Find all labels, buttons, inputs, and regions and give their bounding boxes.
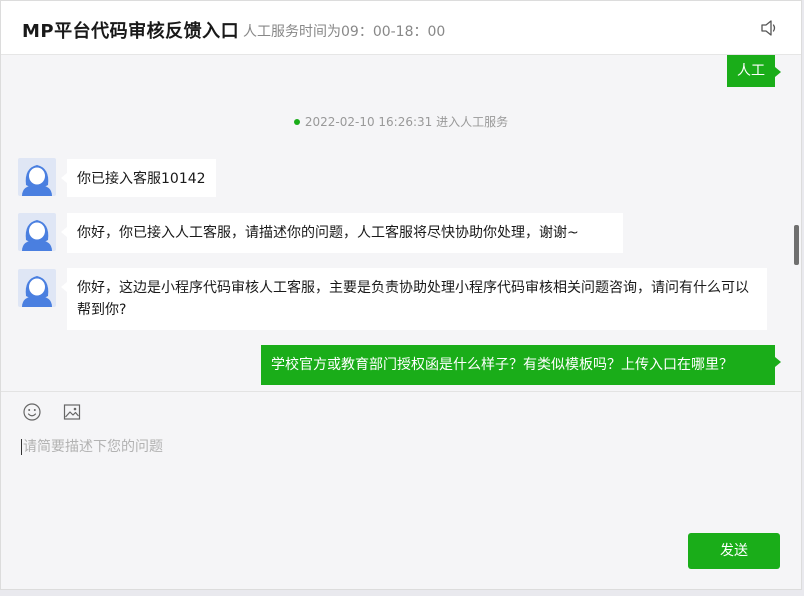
agent-message: 你已接入客服10142 xyxy=(61,159,216,197)
message-text: 你好，你已接入人工客服，请描述你的问题，人工客服将尽快协助你处理，谢谢~ xyxy=(77,225,579,241)
input-placeholder: 请简要描述下您的问题 xyxy=(23,439,163,455)
agent-message: 你好，这边是小程序代码审核人工客服，主要是负责协助处理小程序代码审核相关问题咨询… xyxy=(61,268,767,330)
agent-avatar xyxy=(18,213,56,251)
message-list[interactable]: 人工 2022-02-10 16:26:31 进入人工服务 你已接入客服1014… xyxy=(1,55,801,391)
chat-scrollbar[interactable] xyxy=(794,225,799,265)
header: MP平台代码审核反馈入口 人工服务时间为09：00-18：00 xyxy=(1,1,801,55)
send-button[interactable]: 发送 xyxy=(688,533,780,569)
speaker-icon[interactable] xyxy=(759,18,779,38)
agent-avatar xyxy=(18,269,56,307)
message-text: 人工 xyxy=(737,63,765,79)
message-text: 你已接入客服10142 xyxy=(77,171,206,187)
status-dot-icon xyxy=(293,118,300,125)
page-title: MP平台代码审核反馈入口 xyxy=(22,21,240,42)
chat-window: MP平台代码审核反馈入口 人工服务时间为09：00-18：00 人工 2022-… xyxy=(0,0,802,590)
agent-avatar-icon xyxy=(22,165,52,196)
agent-avatar xyxy=(18,158,56,196)
message-input[interactable]: 请简要描述下您的问题 xyxy=(21,436,781,556)
system-message: 2022-02-10 16:26:31 进入人工服务 xyxy=(1,113,801,130)
user-message: 人工 xyxy=(727,55,781,87)
system-message-text: 2022-02-10 16:26:31 进入人工服务 xyxy=(304,115,509,129)
agent-avatar-icon xyxy=(22,276,52,307)
composer: 请简要描述下您的问题 发送 xyxy=(1,391,801,589)
service-hours: 人工服务时间为09：00-18：00 xyxy=(243,24,446,40)
agent-message: 你好，你已接入人工客服，请描述你的问题，人工客服将尽快协助你处理，谢谢~ xyxy=(61,213,623,253)
user-message: 学校官方或教育部门授权函是什么样子？有类似模板吗？上传入口在哪里？ xyxy=(261,345,781,385)
text-cursor xyxy=(21,439,22,455)
emoji-icon[interactable] xyxy=(22,402,42,422)
message-text: 学校官方或教育部门授权函是什么样子？有类似模板吗？上传入口在哪里？ xyxy=(271,357,733,373)
message-text: 你好，这边是小程序代码审核人工客服，主要是负责协助处理小程序代码审核相关问题咨询… xyxy=(77,280,749,318)
agent-avatar-icon xyxy=(22,220,52,251)
image-icon[interactable] xyxy=(62,402,82,422)
